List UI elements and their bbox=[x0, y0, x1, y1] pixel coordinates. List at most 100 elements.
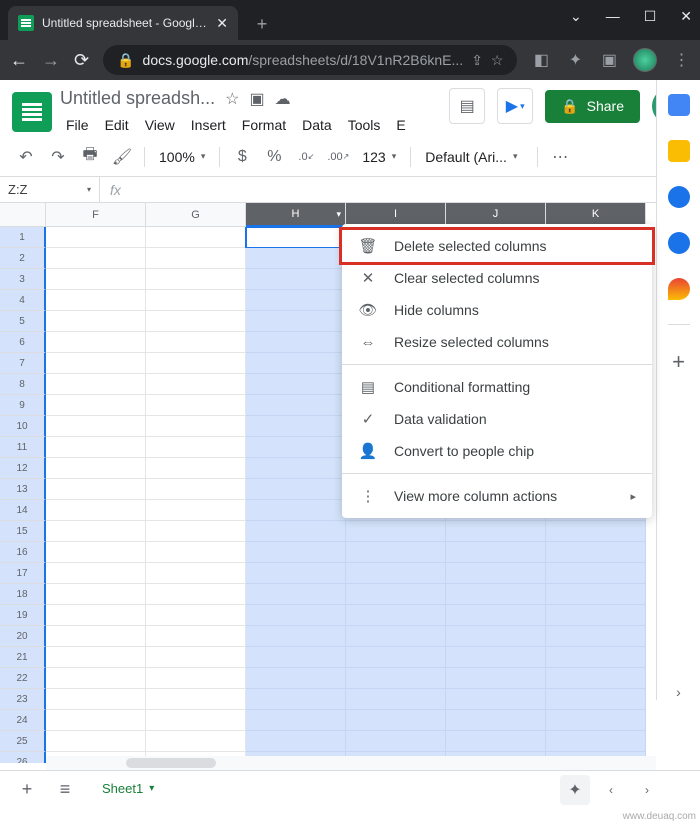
print-button[interactable]: 🖶 bbox=[76, 143, 104, 171]
row-header[interactable]: 18 bbox=[0, 584, 46, 605]
cell[interactable] bbox=[546, 626, 646, 647]
cell[interactable] bbox=[246, 479, 346, 500]
cell[interactable] bbox=[246, 290, 346, 311]
number-format-select[interactable]: 123 bbox=[356, 149, 402, 165]
row-header[interactable]: 24 bbox=[0, 710, 46, 731]
cell[interactable] bbox=[146, 374, 246, 395]
cell[interactable] bbox=[146, 668, 246, 689]
row-header[interactable]: 19 bbox=[0, 605, 46, 626]
cell[interactable] bbox=[146, 458, 246, 479]
cell[interactable] bbox=[246, 458, 346, 479]
cell[interactable] bbox=[46, 374, 146, 395]
increase-decimal-button[interactable]: .00↗ bbox=[324, 143, 352, 171]
cell[interactable] bbox=[146, 311, 246, 332]
cell[interactable] bbox=[146, 248, 246, 269]
cell[interactable] bbox=[146, 563, 246, 584]
sheets-logo-icon[interactable] bbox=[12, 92, 52, 132]
currency-button[interactable]: $ bbox=[228, 143, 256, 171]
cell[interactable] bbox=[446, 668, 546, 689]
cell[interactable] bbox=[246, 227, 346, 248]
sheet-tab[interactable]: Sheet1 ▾ bbox=[88, 774, 168, 806]
cell[interactable] bbox=[46, 269, 146, 290]
cell[interactable] bbox=[46, 311, 146, 332]
cell[interactable] bbox=[46, 605, 146, 626]
cell[interactable] bbox=[46, 689, 146, 710]
cell[interactable] bbox=[146, 731, 246, 752]
row-header[interactable]: 2 bbox=[0, 248, 46, 269]
cell[interactable] bbox=[246, 521, 346, 542]
keep-icon[interactable] bbox=[668, 140, 690, 162]
cell[interactable] bbox=[46, 647, 146, 668]
name-box[interactable]: Z:Z bbox=[0, 177, 100, 202]
all-sheets-button[interactable]: ≡ bbox=[50, 775, 80, 805]
comments-button[interactable]: ▤ bbox=[449, 88, 485, 124]
redo-button[interactable]: ↷ bbox=[44, 143, 72, 171]
column-dropdown-icon[interactable]: ▾ bbox=[336, 209, 341, 220]
cell[interactable] bbox=[246, 437, 346, 458]
profile-avatar-icon[interactable] bbox=[633, 48, 657, 72]
cell[interactable] bbox=[146, 584, 246, 605]
row-header[interactable]: 22 bbox=[0, 668, 46, 689]
window-maximize-icon[interactable]: ☐ bbox=[644, 8, 657, 25]
cell[interactable] bbox=[46, 248, 146, 269]
more-toolbar-button[interactable]: ⋯ bbox=[546, 143, 574, 171]
cell[interactable] bbox=[146, 416, 246, 437]
document-title[interactable]: Untitled spreadsh... bbox=[60, 88, 215, 109]
window-dropdown-icon[interactable]: ⌄ bbox=[570, 8, 582, 25]
cloud-status-icon[interactable]: ☁ bbox=[275, 89, 291, 109]
ctx-resize-selected-columns[interactable]: ⇔Resize selected columns bbox=[342, 326, 652, 358]
menu-data[interactable]: Data bbox=[296, 113, 338, 137]
cell[interactable] bbox=[146, 353, 246, 374]
cell[interactable] bbox=[246, 311, 346, 332]
cell[interactable] bbox=[446, 647, 546, 668]
row-header[interactable]: 26 bbox=[0, 752, 46, 763]
cell[interactable] bbox=[546, 647, 646, 668]
ctx-hide-columns[interactable]: 👁Hide columns bbox=[342, 294, 652, 326]
tasks-icon[interactable] bbox=[668, 186, 690, 208]
cell[interactable] bbox=[46, 521, 146, 542]
percent-button[interactable]: % bbox=[260, 143, 288, 171]
cell[interactable] bbox=[46, 353, 146, 374]
undo-button[interactable]: ↶ bbox=[12, 143, 40, 171]
cell[interactable] bbox=[346, 668, 446, 689]
horizontal-scrollbar[interactable] bbox=[46, 756, 656, 770]
cell[interactable] bbox=[46, 416, 146, 437]
cell[interactable] bbox=[246, 668, 346, 689]
side-panel-arrow-icon[interactable]: › bbox=[676, 684, 681, 700]
cell[interactable] bbox=[246, 542, 346, 563]
row-header[interactable]: 21 bbox=[0, 647, 46, 668]
ctx-conditional-formatting[interactable]: ▤Conditional formatting bbox=[342, 371, 652, 403]
cell[interactable] bbox=[346, 542, 446, 563]
cell[interactable] bbox=[446, 521, 546, 542]
cell[interactable] bbox=[446, 626, 546, 647]
column-header-F[interactable]: F bbox=[46, 203, 146, 227]
cell[interactable] bbox=[446, 542, 546, 563]
window-close-icon[interactable]: ✕ bbox=[680, 8, 692, 25]
row-header[interactable]: 17 bbox=[0, 563, 46, 584]
cell[interactable] bbox=[46, 395, 146, 416]
extension-box-icon[interactable]: ▣ bbox=[599, 50, 619, 70]
row-header[interactable]: 4 bbox=[0, 290, 46, 311]
cell[interactable] bbox=[346, 605, 446, 626]
decrease-decimal-button[interactable]: .0↙ bbox=[292, 143, 320, 171]
browser-tab[interactable]: Untitled spreadsheet - Google Sh ✕ bbox=[8, 6, 238, 40]
explore-button[interactable]: ✦ bbox=[560, 775, 590, 805]
cell[interactable] bbox=[146, 500, 246, 521]
menu-tools[interactable]: Tools bbox=[342, 113, 387, 137]
ctx-delete-selected-columns[interactable]: 🗑Delete selected columns bbox=[342, 230, 652, 262]
add-side-panel-icon[interactable]: + bbox=[672, 349, 685, 375]
contacts-icon[interactable] bbox=[668, 232, 690, 254]
cell[interactable] bbox=[246, 374, 346, 395]
cell[interactable] bbox=[146, 521, 246, 542]
formula-input[interactable] bbox=[131, 177, 700, 202]
row-header[interactable]: 7 bbox=[0, 353, 46, 374]
menu-insert[interactable]: Insert bbox=[185, 113, 232, 137]
cell[interactable] bbox=[146, 290, 246, 311]
cell[interactable] bbox=[46, 710, 146, 731]
tab-close-icon[interactable]: ✕ bbox=[216, 15, 228, 32]
share-url-icon[interactable]: ⇪ bbox=[471, 52, 483, 69]
cell[interactable] bbox=[146, 332, 246, 353]
cell[interactable] bbox=[246, 563, 346, 584]
bookmark-icon[interactable]: ☆ bbox=[491, 52, 504, 69]
row-header[interactable]: 11 bbox=[0, 437, 46, 458]
